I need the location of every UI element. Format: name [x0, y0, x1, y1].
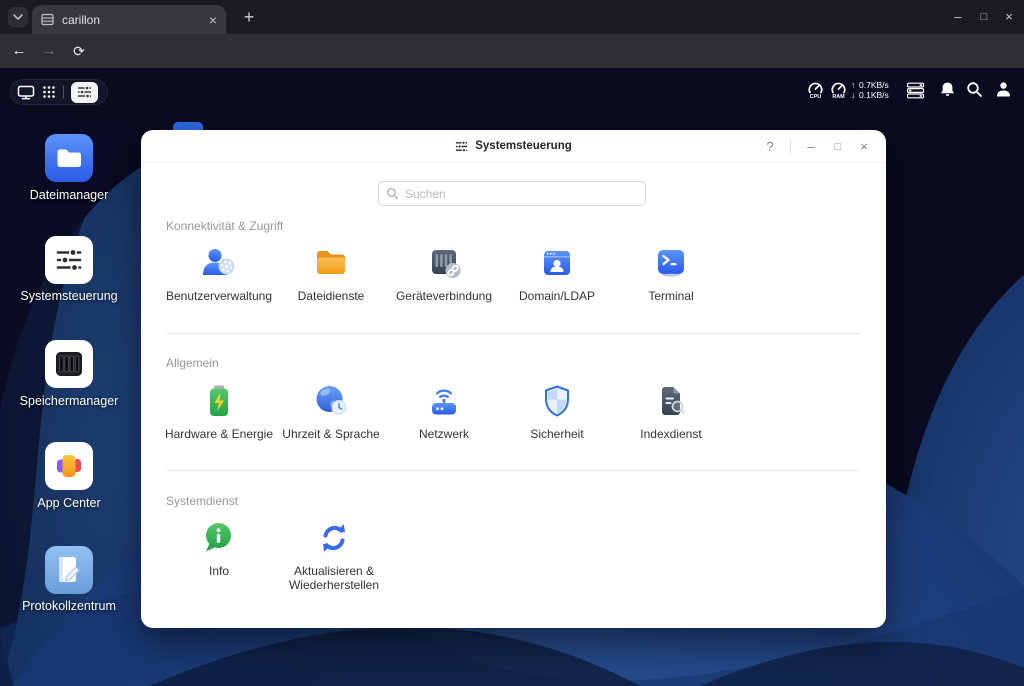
section-label-systemdienst: Systemdienst [166, 494, 238, 508]
item-sicherheit[interactable]: Sicherheit [498, 381, 616, 441]
terminal-icon [651, 243, 691, 283]
dock-label-dateimanager[interactable]: Dateimanager [0, 188, 139, 202]
indexdienst-icon [651, 381, 691, 421]
section-separator-2 [166, 470, 861, 471]
browser-minimize-button[interactable]: – [948, 7, 968, 27]
hardware-energie-icon [199, 381, 239, 421]
window-title: Systemsteuerung [475, 140, 572, 152]
ram-label: RAM [832, 94, 845, 99]
browser-toolbar: ← → ⟳ Nicht sicher 192.168.178.50:9999/d… [0, 34, 1024, 68]
systemsteuerung-app-icon[interactable] [45, 236, 93, 284]
speichermanager-app-icon[interactable] [45, 340, 93, 388]
tab-title: carillon [62, 13, 209, 27]
desktop: CPU RAM ↑0.7KB/s ↓0.1KB/s [0, 68, 1024, 686]
cpu-label: CPU [810, 94, 821, 99]
item-hardware-energie[interactable]: Hardware & Energie [160, 381, 278, 441]
window-minimize-button[interactable]: – [802, 139, 820, 155]
uhrzeit-sprache-icon [311, 381, 351, 421]
browser-tabstrip: carillon × + – □ × [0, 0, 1024, 34]
back-button[interactable]: ← [8, 41, 30, 61]
sicherheit-icon [537, 381, 577, 421]
item-terminal[interactable]: Terminal [612, 243, 730, 303]
panel-search-icon [386, 187, 399, 200]
task-queue-icon[interactable] [906, 82, 925, 99]
item-benutzerverwaltung[interactable]: Benutzerverwaltung [160, 243, 278, 303]
download-speed: ↓0.1KB/s [851, 90, 889, 100]
screen: carillon × + – □ × ← → ⟳ Nicht sicher 19… [0, 0, 1024, 686]
down-arrow-icon: ↓ [851, 90, 859, 100]
item-geraeteverbindung[interactable]: Geräteverbindung [385, 243, 503, 303]
window-maximize-button[interactable]: □ [829, 139, 847, 155]
window-controls-separator [790, 140, 791, 154]
benutzerverwaltung-icon [199, 243, 239, 283]
search-icon[interactable] [966, 81, 983, 98]
control-panel-window: Systemsteuerung ? – □ × Konnektivität & … [141, 130, 886, 628]
forward-button[interactable]: → [38, 41, 60, 61]
reload-button[interactable]: ⟳ [68, 41, 90, 61]
netzwerk-icon [424, 381, 464, 421]
upload-speed: ↑0.7KB/s [851, 80, 889, 90]
dock-label-protokollzentrum[interactable]: Protokollzentrum [0, 599, 139, 613]
item-uhrzeit-sprache[interactable]: Uhrzeit & Sprache [272, 381, 390, 441]
section-label-konnektivitaet: Konnektivität & Zugriff [166, 219, 283, 233]
browser-tab[interactable]: carillon × [32, 5, 226, 34]
geraeteverbindung-icon [424, 243, 464, 283]
dateimanager-app-icon[interactable] [45, 134, 93, 182]
pill-divider [63, 85, 64, 99]
window-title-icon [455, 140, 468, 153]
control-panel-icon [77, 85, 92, 99]
window-close-button[interactable]: × [855, 139, 873, 155]
cpu-gauge-icon[interactable]: CPU [806, 81, 825, 99]
domain-ldap-icon [537, 243, 577, 283]
app-grid-icon[interactable] [42, 85, 56, 99]
protokollzentrum-app-icon[interactable] [45, 546, 93, 594]
chevron-down-icon [13, 14, 23, 20]
dateidienste-icon [311, 243, 351, 283]
item-aktualisieren-wiederherstellen[interactable]: Aktualisieren & Wiederherstellen [272, 518, 396, 592]
tab-close-icon[interactable]: × [209, 13, 217, 27]
app-center-app-icon[interactable] [45, 442, 93, 490]
browser-maximize-button[interactable]: □ [974, 7, 994, 27]
dock-label-systemsteuerung[interactable]: Systemsteuerung [0, 289, 139, 303]
item-domain-ldap[interactable]: Domain/LDAP [498, 243, 616, 303]
item-indexdienst[interactable]: Indexdienst [612, 381, 730, 441]
notifications-bell-icon[interactable] [939, 81, 956, 98]
section-separator-1 [166, 333, 861, 334]
item-netzwerk[interactable]: Netzwerk [385, 381, 503, 441]
up-arrow-icon: ↑ [851, 80, 859, 90]
info-icon [199, 518, 239, 558]
show-desktop-icon[interactable] [17, 85, 35, 100]
ram-gauge-icon[interactable]: RAM [829, 81, 848, 99]
tab-favicon [41, 13, 54, 26]
browser-close-button[interactable]: × [999, 7, 1019, 27]
panel-search-input[interactable] [378, 181, 646, 206]
dock-label-speichermanager[interactable]: Speichermanager [0, 394, 139, 408]
network-speeds: ↑0.7KB/s ↓0.1KB/s [851, 80, 889, 100]
active-app-button[interactable] [71, 82, 98, 103]
user-icon[interactable] [995, 81, 1012, 98]
aktualisieren-icon [314, 518, 354, 558]
help-button[interactable]: ? [761, 139, 779, 155]
section-label-allgemein: Allgemein [166, 356, 219, 370]
dock-label-app-center[interactable]: App Center [0, 496, 139, 510]
taskbar-pill [10, 79, 108, 105]
tab-search-button[interactable] [8, 7, 28, 27]
new-tab-button[interactable]: + [238, 6, 260, 28]
item-info[interactable]: Info [160, 518, 278, 578]
item-dateidienste[interactable]: Dateidienste [272, 243, 390, 303]
